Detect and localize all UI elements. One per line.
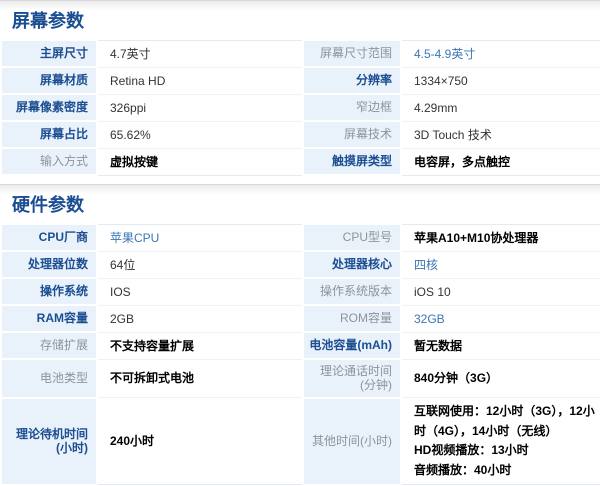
spec-label: 理论通话时间(分钟) [303,359,401,398]
spec-value-link[interactable]: 苹果CPU [110,231,159,245]
spec-label: 电池类型 [1,359,97,398]
spec-label: 屏幕占比 [1,121,97,148]
section-header: 屏幕参数 [0,0,600,39]
spec-value: 四核 [401,251,600,278]
spec-value: 苹果CPU [97,224,303,251]
spec-value-link[interactable]: 四核 [414,258,438,272]
table-row: 理论待机时间(小时)240小时其他时间(小时)互联网使用：12小时（3G），12… [1,398,600,485]
spec-label: 电池容量(mAh) [303,332,401,359]
spec-label: 输入方式 [1,148,97,175]
spec-label: 屏幕像素密度 [1,94,97,121]
spec-value: 不支持容量扩展 [97,332,303,359]
spec-label: 处理器位数 [1,251,97,278]
spec-label: ROM容量 [303,305,401,332]
table-row: 主屏尺寸4.7英寸屏幕尺寸范围 4.5-4.9英寸 [1,40,600,67]
spec-value: 240小时 [97,398,303,485]
spec-value: 4.29mm [401,94,600,121]
spec-value-line: HD视频播放：13小时 [414,441,595,460]
spec-label: 其他时间(小时) [303,398,401,485]
table-row: 屏幕占比65.62%屏幕技术3D Touch 技术 [1,121,600,148]
spec-label: CPU型号 [303,224,401,251]
spec-label: CPU厂商 [1,224,97,251]
spec-value: 840分钟（3G） [401,359,600,398]
spec-section: 硬件参数CPU厂商苹果CPUCPU型号苹果A10+M10协处理器处理器位数64位… [0,184,600,486]
spec-label: 触摸屏类型 [303,148,401,175]
table-row: 屏幕材质Retina HD分辨率1334×750 [1,67,600,94]
spec-value-link[interactable]: 32GB [414,312,445,326]
spec-label: 分辨率 [303,67,401,94]
spec-value: 4.5-4.9英寸 [401,40,600,67]
table-row: 存储扩展不支持容量扩展电池容量(mAh)暂无数据 [1,332,600,359]
spec-label: 屏幕尺寸范围 [303,40,401,67]
spec-label: 存储扩展 [1,332,97,359]
section-title: 硬件参数 [12,195,600,215]
spec-section: 屏幕参数主屏尺寸4.7英寸屏幕尺寸范围 4.5-4.9英寸屏幕材质Retina H… [0,0,600,176]
spec-value-link[interactable]: 4.5-4.9英寸 [414,47,475,61]
table-row: 输入方式虚拟按键触摸屏类型电容屏，多点触控 [1,148,600,175]
spec-value-line: 音频播放：40小时 [414,461,595,480]
spec-value: Retina HD [97,67,303,94]
spec-value: 1334×750 [401,67,600,94]
spec-value: 暂无数据 [401,332,600,359]
table-row: 操作系统IOS操作系统版本iOS 10 [1,278,600,305]
spec-value: 32GB [401,305,600,332]
spec-value: 65.62% [97,121,303,148]
section-title: 屏幕参数 [12,11,600,31]
spec-value: 4.7英寸 [97,40,303,67]
section-header: 硬件参数 [0,184,600,223]
spec-table: 主屏尺寸4.7英寸屏幕尺寸范围 4.5-4.9英寸屏幕材质Retina HD分辨率… [0,39,600,176]
spec-value: 3D Touch 技术 [401,121,600,148]
table-row: CPU厂商苹果CPU CPU型号苹果A10+M10协处理器 [1,224,600,251]
table-row: 电池类型不可拆卸式电池理论通话时间(分钟)840分钟（3G） [1,359,600,398]
spec-value: 电容屏，多点触控 [401,148,600,175]
spec-value: 苹果A10+M10协处理器 [401,224,600,251]
spec-value: 326ppi [97,94,303,121]
spec-value: 64位 [97,251,303,278]
spec-value-line: 互联网使用：12小时（3G），12小时（4G），14小时（无线） [414,402,595,441]
spec-table: CPU厂商苹果CPUCPU型号苹果A10+M10协处理器处理器位数64位处理器核… [0,223,600,486]
spec-value: IOS [97,278,303,305]
spec-label: 处理器核心 [303,251,401,278]
spec-label: 窄边框 [303,94,401,121]
table-row: 处理器位数64位处理器核心四核 [1,251,600,278]
spec-label: 主屏尺寸 [1,40,97,67]
spec-value: iOS 10 [401,278,600,305]
spec-value: 2GB [97,305,303,332]
spec-label: RAM容量 [1,305,97,332]
spec-value: 互联网使用：12小时（3G），12小时（4G），14小时（无线）HD视频播放：1… [401,398,600,485]
spec-page: 屏幕参数主屏尺寸4.7英寸屏幕尺寸范围 4.5-4.9英寸屏幕材质Retina H… [0,0,600,486]
spec-label: 操作系统 [1,278,97,305]
table-row: RAM容量2GBROM容量 32GB [1,305,600,332]
spec-label: 理论待机时间(小时) [1,398,97,485]
spec-label: 操作系统版本 [303,278,401,305]
spec-value: 不可拆卸式电池 [97,359,303,398]
spec-label: 屏幕技术 [303,121,401,148]
spec-label: 屏幕材质 [1,67,97,94]
spec-value: 虚拟按键 [97,148,303,175]
table-row: 屏幕像素密度326ppi窄边框4.29mm [1,94,600,121]
